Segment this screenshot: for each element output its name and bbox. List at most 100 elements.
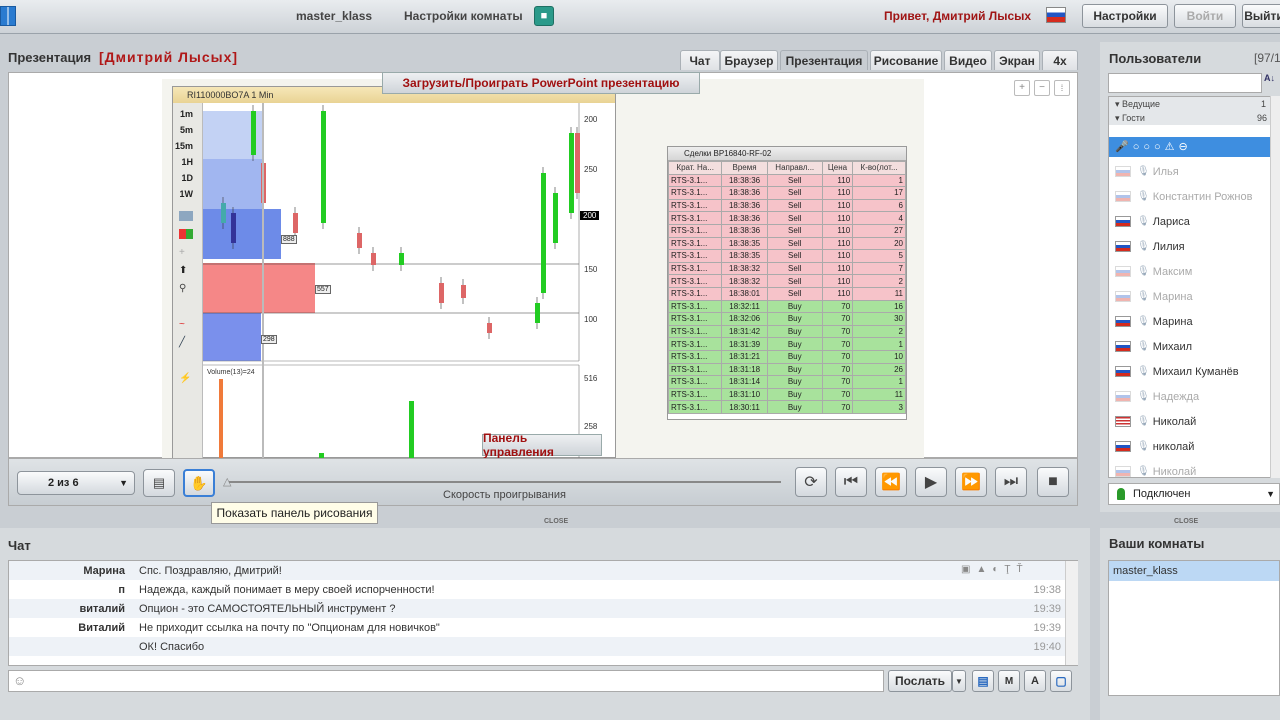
trades-header[interactable]: Направл... xyxy=(766,161,823,175)
lock-icon[interactable]: ■ xyxy=(534,6,554,26)
tab-4x[interactable]: 4x xyxy=(1042,50,1078,70)
first-slide-button[interactable]: ⏮ xyxy=(835,467,867,497)
rewind-button[interactable]: ⏪ xyxy=(875,467,907,497)
close-users-toggle[interactable]: CLOSE xyxy=(1174,518,1198,525)
candles-icon[interactable] xyxy=(179,229,193,239)
language-flag-icon[interactable] xyxy=(1046,7,1066,23)
user-item[interactable]: 🎙 Константин Рожнов xyxy=(1109,184,1279,209)
group-hosts[interactable]: ▾ Ведущие 1 xyxy=(1109,97,1279,111)
user-item[interactable]: 🎙 Лариса xyxy=(1109,209,1279,234)
font-size-icon[interactable]: M xyxy=(998,670,1020,692)
user-actions-bar[interactable]: 🎤○○○⚠⊖ xyxy=(1109,137,1279,157)
trades-header[interactable]: Цена xyxy=(821,161,854,175)
trade-cell: 18:31:14 xyxy=(721,375,768,389)
trade-cell: RTS-3.1... xyxy=(667,362,723,377)
user-search-input[interactable] xyxy=(1108,73,1262,93)
user-item[interactable]: 🎙 Максим xyxy=(1109,259,1279,284)
cursor-icon[interactable]: ⬆ xyxy=(179,265,193,276)
sort-icon[interactable]: A↓ xyxy=(1264,73,1278,93)
trade-cell: 18:31:18 xyxy=(721,362,768,377)
user-item[interactable]: 🎙 Марина xyxy=(1109,284,1279,309)
control-panel-toggle[interactable]: Панель управления xyxy=(482,431,602,459)
candle-body xyxy=(251,111,256,155)
candle-body xyxy=(231,213,236,243)
chat-scrollbar[interactable] xyxy=(1065,561,1078,665)
refresh-button[interactable]: ⟳ xyxy=(795,467,827,497)
trade-cell: 4 xyxy=(852,211,906,225)
trade-cell: RTS-3.1... xyxy=(667,299,723,314)
last-slide-button[interactable]: ⏭ xyxy=(995,467,1027,497)
exit-button[interactable]: Выйти xyxy=(1242,4,1280,28)
crosshair-icon[interactable]: + xyxy=(179,247,193,258)
tf-1w[interactable]: 1W xyxy=(175,189,194,199)
tf-1d[interactable]: 1D xyxy=(175,173,193,183)
chart-type-icon[interactable] xyxy=(179,211,193,221)
trade-cell: 18:38:35 xyxy=(721,249,768,263)
tab-video[interactable]: Видео xyxy=(944,50,992,70)
speed-slider-handle[interactable]: △ xyxy=(223,475,235,488)
user-item[interactable]: 🎙 Михаил Куманёв xyxy=(1109,359,1279,384)
trades-header[interactable]: К-во(лот... xyxy=(852,161,906,175)
tab-presentation[interactable]: Презентация xyxy=(780,50,868,70)
tab-chat[interactable]: Чат xyxy=(680,50,720,70)
trade-row: RTS-3.1... 18:31:42 Buy 70 2 xyxy=(667,324,906,339)
login-button[interactable]: Войти xyxy=(1174,4,1236,28)
indicator-icon[interactable]: ~ xyxy=(179,319,193,330)
user-item[interactable]: 🎙 Марина xyxy=(1109,309,1279,334)
user-item[interactable]: 🎙 Надежда xyxy=(1109,384,1279,409)
user-item[interactable]: 🎙 николай xyxy=(1109,434,1279,459)
page-select[interactable]: 2 из 6 ▼ xyxy=(17,471,135,495)
tf-1m[interactable]: 1m xyxy=(175,109,193,119)
send-button[interactable]: Послать xyxy=(888,670,952,692)
user-item[interactable]: 🎙 Илья xyxy=(1109,159,1279,184)
tab-browser[interactable]: Браузер xyxy=(720,50,778,70)
chat-input[interactable]: ☺ xyxy=(8,670,884,692)
tf-5m[interactable]: 5m xyxy=(175,125,193,135)
user-item[interactable]: 🎙 Лилия xyxy=(1109,234,1279,259)
play-button[interactable]: ▶ xyxy=(915,467,947,497)
settings-button[interactable]: Настройки xyxy=(1082,4,1168,28)
status-select[interactable]: Подключен ▼ xyxy=(1108,483,1280,505)
fast-forward-button[interactable]: ⏩ xyxy=(955,467,987,497)
file-icon[interactable]: ▤ xyxy=(972,670,994,692)
tab-drawing[interactable]: Рисование xyxy=(870,50,942,70)
upload-presentation-button[interactable]: Загрузить/Проиграть PowerPoint презентац… xyxy=(382,72,700,94)
close-presentation-toggle[interactable]: CLOSE xyxy=(544,518,568,525)
send-options-chevron-icon[interactable]: ▼ xyxy=(952,670,966,692)
trade-row: RTS-3.1... 18:38:36 Sell 110 1 xyxy=(667,173,906,188)
line-tool-icon[interactable]: ╱ xyxy=(179,337,193,348)
user-item[interactable]: 🎙 Николай xyxy=(1109,409,1279,434)
zoom-out-icon[interactable]: − xyxy=(1034,80,1050,96)
chat-time: 19:40 xyxy=(1033,640,1061,653)
text-format-icon[interactable]: A xyxy=(1024,670,1046,692)
smiley-icon[interactable]: ☺ xyxy=(13,673,26,688)
trades-header[interactable]: Крат. На... xyxy=(667,161,723,175)
room-item[interactable]: master_klass xyxy=(1109,561,1279,581)
trade-row: RTS-3.1... 18:38:36 Sell 110 6 xyxy=(667,198,906,213)
users-scrollbar[interactable] xyxy=(1270,96,1280,478)
zoom-in-icon[interactable]: + xyxy=(1014,80,1030,96)
flag-icon xyxy=(1115,316,1131,327)
trade-cell: 70 xyxy=(821,387,854,402)
tf-15m[interactable]: 15m xyxy=(175,141,193,151)
tf-1h[interactable]: 1H xyxy=(175,157,193,167)
chart-plot xyxy=(203,103,580,459)
user-item[interactable]: 🎙 Николай xyxy=(1109,459,1279,477)
slides-list-button[interactable]: ▤ xyxy=(143,469,175,497)
show-drawing-panel-button[interactable]: ✋ xyxy=(183,469,215,497)
trades-header[interactable]: Время xyxy=(721,161,768,175)
room-settings-link[interactable]: Настройки комнаты xyxy=(404,9,523,23)
speed-slider-track[interactable] xyxy=(229,481,781,483)
group-guests[interactable]: ▾ Гости 96 xyxy=(1109,111,1279,125)
zoom-icon[interactable]: ⚲ xyxy=(179,283,193,294)
user-item[interactable]: 🎙 Михаил xyxy=(1109,334,1279,359)
chat-format-icons[interactable]: ▣▲◐ŢŤ xyxy=(961,564,1029,575)
tab-screen[interactable]: Экран xyxy=(994,50,1040,70)
flag-icon xyxy=(1115,391,1131,402)
fit-icon[interactable]: ⁞ xyxy=(1054,80,1070,96)
window-icon[interactable]: ▢ xyxy=(1050,670,1072,692)
trade-cell: 18:38:36 xyxy=(721,198,768,213)
stop-button[interactable]: ■ xyxy=(1037,467,1069,497)
trade-cell: Sell xyxy=(766,236,823,251)
fib-tool-icon[interactable]: ⚡ xyxy=(179,373,193,384)
